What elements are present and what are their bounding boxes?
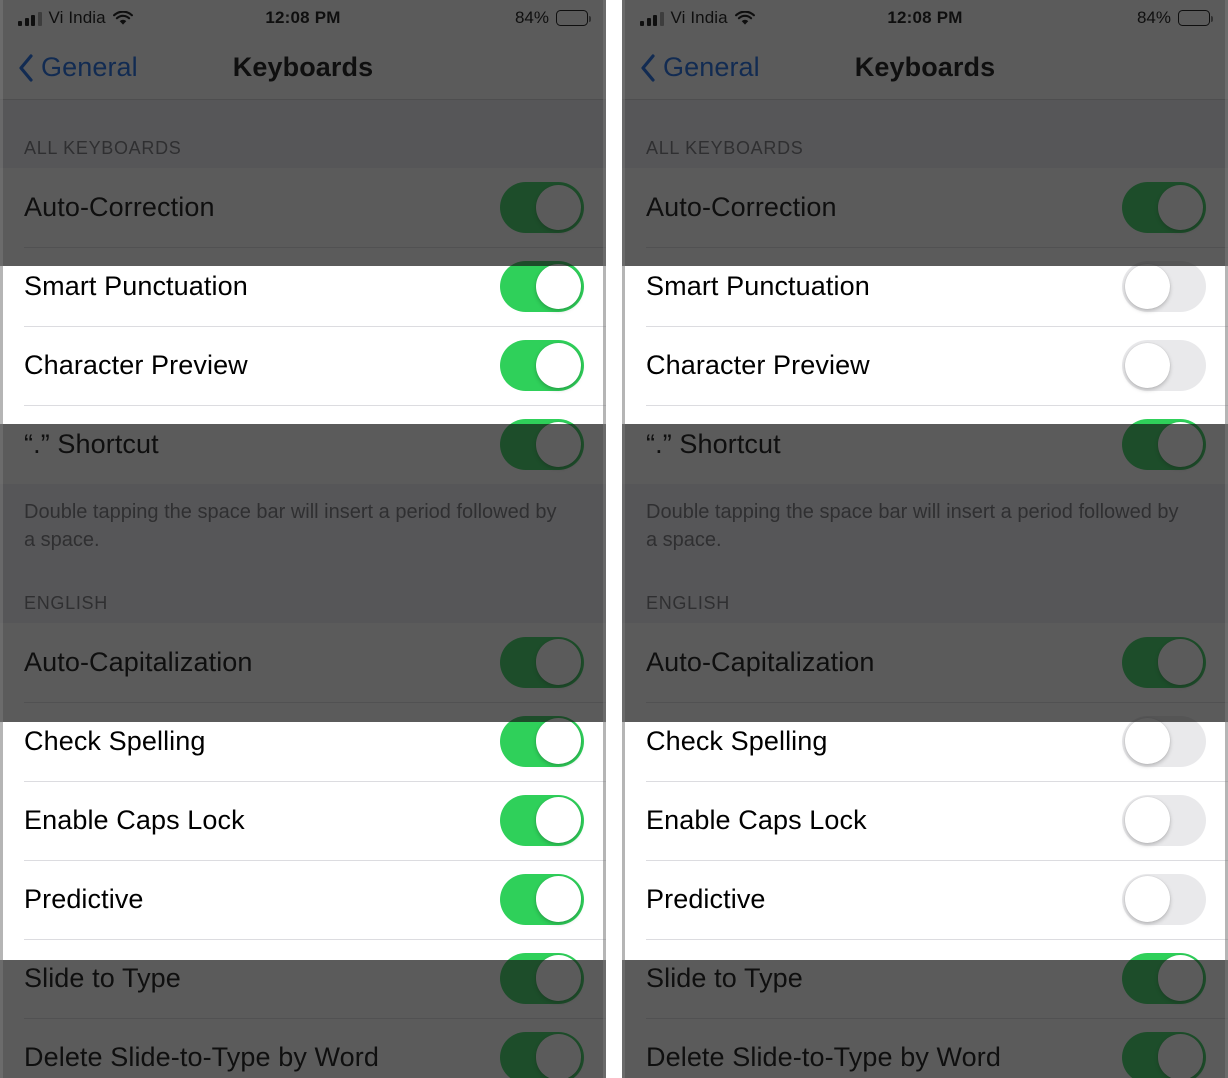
phone-screenshot-right: Vi India 12:08 PM 84% General Keyboards … [622, 0, 1228, 1078]
row-label: Smart Punctuation [646, 271, 870, 301]
back-button[interactable]: General [18, 52, 138, 83]
toggle-predictive[interactable] [1122, 873, 1206, 925]
toggle-delete-slide-to-type-by-word[interactable] [500, 1031, 584, 1078]
row-label: Auto-Capitalization [646, 646, 875, 677]
back-button-label: General [663, 52, 760, 82]
row-label: Slide to Type [646, 962, 803, 993]
group-english: Auto-Capitalization Check Spelling Enabl… [622, 622, 1228, 1078]
table-row[interactable]: Delete Slide-to-Type by Word [0, 1017, 606, 1078]
toggle-check-spelling[interactable] [1122, 715, 1206, 767]
navigation-bar: General Keyboards [622, 36, 1228, 100]
row-label: Check Spelling [24, 725, 206, 756]
battery-percent-label: 84% [514, 8, 549, 27]
toggle-slide-to-type[interactable] [500, 952, 584, 1004]
row-label: Enable Caps Lock [24, 804, 245, 835]
toggle-character-preview[interactable] [500, 340, 584, 391]
screenshot-stage: Vi India 12:08 PM 84% General Keyboards … [0, 0, 1228, 1078]
back-button[interactable]: General [640, 52, 760, 83]
back-button-label: General [41, 52, 138, 82]
table-row[interactable]: Auto-Correction [622, 168, 1228, 247]
table-row[interactable]: Slide to Type [622, 938, 1228, 1018]
navigation-bar: General Keyboards [0, 36, 606, 100]
battery-icon [556, 10, 592, 26]
status-bar-right: 84% [514, 8, 592, 28]
row-label: Check Spelling [646, 725, 828, 756]
row-label: Auto-Capitalization [24, 646, 253, 677]
group-all-keyboards: Auto-Correction Smart Punctuation Charac… [622, 168, 1228, 484]
table-row[interactable]: Character Preview [622, 326, 1228, 405]
settings-screen: Vi India 12:08 PM 84% General Keyboards … [622, 0, 1228, 1078]
row-label: Auto-Correction [646, 192, 837, 222]
settings-list: ALL KEYBOARDS Auto-Correction Smart Punc… [622, 100, 1228, 1078]
toggle-auto-capitalization[interactable] [1122, 636, 1206, 688]
table-row[interactable]: Delete Slide-to-Type by Word [622, 1017, 1228, 1078]
toggle-period-shortcut[interactable] [1122, 419, 1206, 470]
toggle-delete-slide-to-type-by-word[interactable] [1122, 1031, 1206, 1078]
panel-gap [606, 0, 622, 1078]
row-label: Enable Caps Lock [646, 804, 867, 835]
row-label: Predictive [24, 883, 144, 914]
toggle-slide-to-type[interactable] [1122, 952, 1206, 1004]
status-bar: Vi India 12:08 PM 84% [622, 0, 1228, 36]
row-label: “.” Shortcut [24, 429, 159, 459]
section-header-all-keyboards: ALL KEYBOARDS [622, 100, 1228, 168]
table-row[interactable]: Enable Caps Lock [622, 780, 1228, 860]
chevron-left-icon [18, 53, 34, 82]
toggle-enable-caps-lock[interactable] [1122, 794, 1206, 846]
table-row[interactable]: Check Spelling [0, 701, 606, 781]
toggle-auto-correction[interactable] [500, 182, 584, 233]
status-bar-right: 84% [1136, 8, 1214, 28]
section-header-all-keyboards: ALL KEYBOARDS [0, 100, 606, 168]
table-row[interactable]: Check Spelling [622, 701, 1228, 781]
section-header-english: ENGLISH [622, 554, 1228, 623]
group-english: Auto-Capitalization Check Spelling Enabl… [0, 622, 606, 1078]
table-row[interactable]: Auto-Correction [0, 168, 606, 247]
toggle-predictive[interactable] [500, 873, 584, 925]
row-label: Character Preview [646, 350, 870, 380]
row-label: Delete Slide-to-Type by Word [646, 1041, 1001, 1072]
table-row[interactable]: Enable Caps Lock [0, 780, 606, 860]
row-label: Smart Punctuation [24, 271, 248, 301]
chevron-left-icon [640, 53, 656, 82]
toggle-check-spelling[interactable] [500, 715, 584, 767]
group-all-keyboards: Auto-Correction Smart Punctuation Charac… [0, 168, 606, 484]
shortcut-footnote: Double tapping the space bar will insert… [622, 484, 1228, 555]
battery-percent-label: 84% [1136, 8, 1171, 27]
row-label: Auto-Correction [24, 192, 215, 222]
row-label: Predictive [646, 883, 766, 914]
table-row[interactable]: Auto-Capitalization [622, 622, 1228, 702]
toggle-smart-punctuation[interactable] [1122, 261, 1206, 312]
toggle-smart-punctuation[interactable] [500, 261, 584, 312]
section-header-english: ENGLISH [0, 554, 606, 623]
table-row[interactable]: “.” Shortcut [622, 405, 1228, 484]
toggle-enable-caps-lock[interactable] [500, 794, 584, 846]
table-row[interactable]: Predictive [622, 859, 1228, 939]
toggle-character-preview[interactable] [1122, 340, 1206, 391]
phone-screenshot-left: Vi India 12:08 PM 84% General Keyboards … [0, 0, 606, 1078]
row-label: “.” Shortcut [646, 429, 781, 459]
table-row[interactable]: Smart Punctuation [0, 247, 606, 326]
table-row[interactable]: Predictive [0, 859, 606, 939]
table-row[interactable]: “.” Shortcut [0, 405, 606, 484]
shortcut-footnote: Double tapping the space bar will insert… [0, 484, 606, 555]
status-bar: Vi India 12:08 PM 84% [0, 0, 606, 36]
table-row[interactable]: Auto-Capitalization [0, 622, 606, 702]
toggle-period-shortcut[interactable] [500, 419, 584, 470]
table-row[interactable]: Slide to Type [0, 938, 606, 1018]
toggle-auto-capitalization[interactable] [500, 636, 584, 688]
settings-screen: Vi India 12:08 PM 84% General Keyboards … [0, 0, 606, 1078]
toggle-auto-correction[interactable] [1122, 182, 1206, 233]
table-row[interactable]: Smart Punctuation [622, 247, 1228, 326]
battery-icon [1178, 10, 1214, 26]
row-label: Character Preview [24, 350, 248, 380]
row-label: Delete Slide-to-Type by Word [24, 1041, 379, 1072]
settings-list: ALL KEYBOARDS Auto-Correction Smart Punc… [0, 100, 606, 1078]
table-row[interactable]: Character Preview [0, 326, 606, 405]
row-label: Slide to Type [24, 962, 181, 993]
